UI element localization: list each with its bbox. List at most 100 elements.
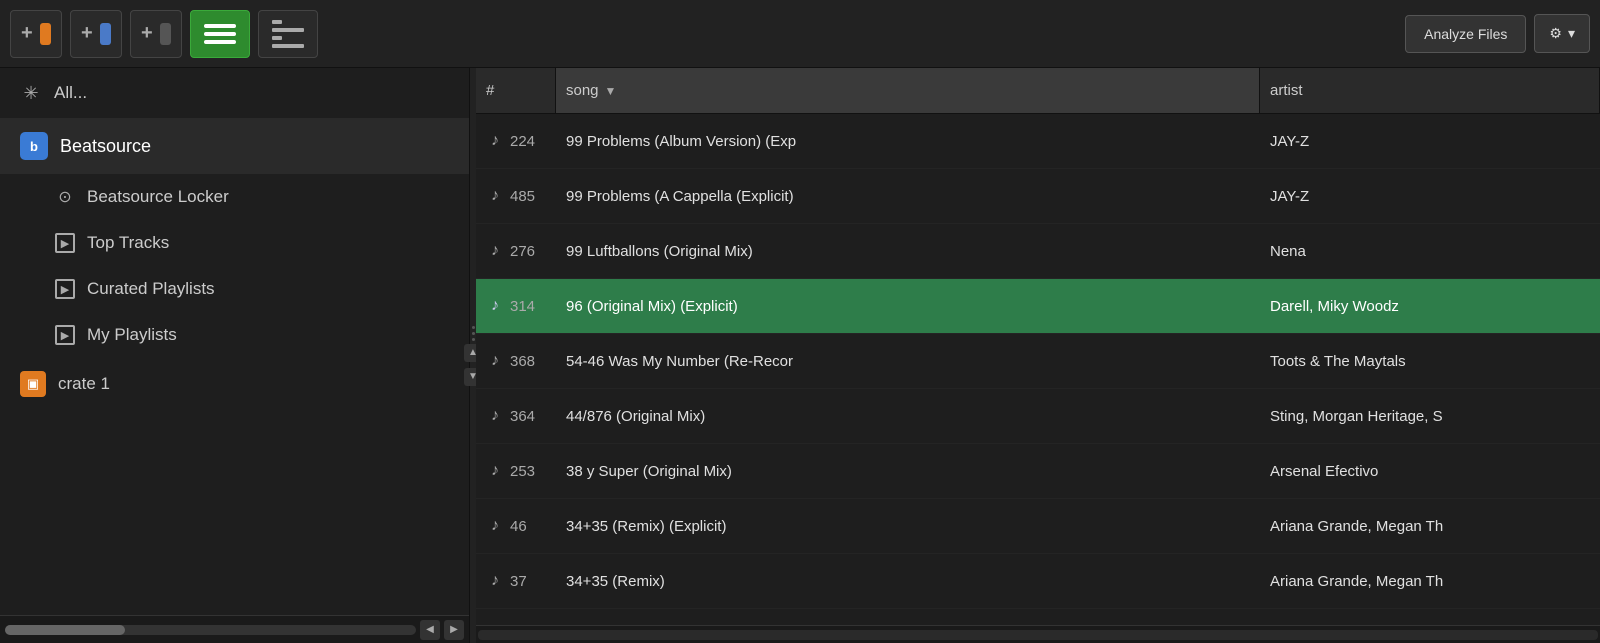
toolbar: + + + Analyze Files ⚙ ▾ <box>0 0 1600 68</box>
track-artist-value: JAY-Z <box>1270 188 1309 205</box>
track-area: # song ▼ artist ♪ 224 99 Problems (Album… <box>476 68 1600 643</box>
track-cell-song: 44/876 (Original Mix) <box>556 389 1260 443</box>
resize-dot-2 <box>472 332 475 335</box>
track-song-value: 44/876 (Original Mix) <box>566 408 705 425</box>
table-row[interactable]: ♪ 485 99 Problems (A Cappella (Explicit)… <box>476 169 1600 224</box>
track-song-value: 34+35 (Remix) <box>566 573 665 590</box>
top-tracks-icon: ▶ <box>55 233 75 253</box>
beat-indicator-icon: ♪ <box>486 242 504 260</box>
track-num-value: 485 <box>510 188 535 205</box>
track-scroll-track[interactable] <box>478 630 1598 640</box>
sidebar-item-top-tracks-label: Top Tracks <box>87 233 169 253</box>
sidebar-item-beatsource-label: Beatsource <box>60 136 151 157</box>
beat-indicator-icon: ♪ <box>486 462 504 480</box>
add-source-button[interactable]: + <box>70 10 122 58</box>
grid-lines-icon <box>204 24 236 44</box>
track-cell-artist: JAY-Z <box>1260 114 1600 168</box>
table-row[interactable]: ♪ 368 54-46 Was My Number (Re-Recor Toot… <box>476 334 1600 389</box>
sidebar-scroll-thumb[interactable] <box>5 625 125 635</box>
layout-list-button[interactable] <box>258 10 318 58</box>
resize-dot-3 <box>472 338 475 341</box>
curated-playlists-icon: ▶ <box>55 279 75 299</box>
track-cell-artist: JAY-Z <box>1260 169 1600 223</box>
plus-icon-3: + <box>141 22 153 45</box>
main-content: ✳ All... b Beatsource ⊙ Beatsource Locke… <box>0 68 1600 643</box>
add-crate-button[interactable]: + <box>10 10 62 58</box>
track-num-value: 224 <box>510 133 535 150</box>
source-db-icon <box>100 23 111 45</box>
track-cell-artist: Nena <box>1260 224 1600 278</box>
track-rows: ♪ 224 99 Problems (Album Version) (Exp J… <box>476 114 1600 625</box>
layout-grid-button[interactable] <box>190 10 250 58</box>
track-num-value: 314 <box>510 298 535 315</box>
track-cell-artist: Toots & The Maytals <box>1260 334 1600 388</box>
sidebar-item-all[interactable]: ✳ All... <box>0 68 469 118</box>
track-cell-num: ♪ 276 <box>476 224 556 278</box>
track-cell-song: 99 Problems (A Cappella (Explicit) <box>556 169 1260 223</box>
sidebar-scroll-right[interactable]: ▶ <box>444 620 464 640</box>
track-cell-num: ♪ 46 <box>476 499 556 553</box>
table-row[interactable]: ♪ 364 44/876 (Original Mix) Sting, Morga… <box>476 389 1600 444</box>
beat-indicator-icon: ♪ <box>486 187 504 205</box>
th-song-label: song <box>566 82 599 99</box>
sidebar-item-curated-playlists[interactable]: ▶ Curated Playlists <box>0 266 469 312</box>
plus-icon: + <box>21 22 33 45</box>
track-song-value: 96 (Original Mix) (Explicit) <box>566 298 738 315</box>
analyze-files-button[interactable]: Analyze Files <box>1405 15 1526 53</box>
sidebar-item-beatsource[interactable]: b Beatsource <box>0 118 469 174</box>
beat-indicator-icon: ♪ <box>486 517 504 535</box>
track-artist-value: Sting, Morgan Heritage, S <box>1270 408 1443 425</box>
track-song-value: 99 Problems (A Cappella (Explicit) <box>566 188 794 205</box>
sidebar-item-crate1[interactable]: ▣ crate 1 <box>0 358 469 410</box>
table-row[interactable]: ♪ 37 34+35 (Remix) Ariana Grande, Megan … <box>476 554 1600 609</box>
track-cell-num: ♪ 253 <box>476 444 556 498</box>
track-song-value: 38 y Super (Original Mix) <box>566 463 732 480</box>
sidebar-scroll-left[interactable]: ◀ <box>420 620 440 640</box>
th-artist: artist <box>1260 68 1600 113</box>
track-num-value: 46 <box>510 518 527 535</box>
resize-dot-1 <box>472 326 475 329</box>
table-row[interactable]: ♪ 314 96 (Original Mix) (Explicit) Darel… <box>476 279 1600 334</box>
track-num-value: 368 <box>510 353 535 370</box>
track-song-value: 99 Luftballons (Original Mix) <box>566 243 753 260</box>
track-num-value: 37 <box>510 573 527 590</box>
track-cell-num: ♪ 37 <box>476 554 556 608</box>
track-artist-value: Arsenal Efectivo <box>1270 463 1378 480</box>
th-song[interactable]: song ▼ <box>556 68 1260 113</box>
sidebar-item-my-playlists[interactable]: ▶ My Playlists <box>0 312 469 358</box>
sidebar-scroll-track[interactable] <box>5 625 416 635</box>
track-artist-value: Ariana Grande, Megan Th <box>1270 573 1443 590</box>
track-cell-song: 99 Problems (Album Version) (Exp <box>556 114 1260 168</box>
sidebar-item-crate1-label: crate 1 <box>58 374 110 394</box>
track-cell-num: ♪ 364 <box>476 389 556 443</box>
track-cell-artist: Darell, Miky Woodz <box>1260 279 1600 333</box>
sidebar-item-top-tracks[interactable]: ▶ Top Tracks <box>0 220 469 266</box>
track-cell-num: ♪ 485 <box>476 169 556 223</box>
beat-indicator-icon: ♪ <box>486 132 504 150</box>
track-song-value: 54-46 Was My Number (Re-Recor <box>566 353 793 370</box>
track-artist-value: Ariana Grande, Megan Th <box>1270 518 1443 535</box>
track-num-value: 364 <box>510 408 535 425</box>
add-playlist-button[interactable]: + <box>130 10 182 58</box>
table-row[interactable]: ♪ 46 34+35 (Remix) (Explicit) Ariana Gra… <box>476 499 1600 554</box>
table-row[interactable]: ♪ 253 38 y Super (Original Mix) Arsenal … <box>476 444 1600 499</box>
track-cell-song: 34+35 (Remix) <box>556 554 1260 608</box>
track-cell-num: ♪ 224 <box>476 114 556 168</box>
song-sort-dropdown[interactable]: ▼ <box>605 84 617 98</box>
asterisk-icon: ✳ <box>20 82 42 104</box>
sidebar-item-beatsource-locker[interactable]: ⊙ Beatsource Locker <box>0 174 469 220</box>
settings-button[interactable]: ⚙ ▾ <box>1534 14 1590 53</box>
track-cell-artist: Arsenal Efectivo <box>1260 444 1600 498</box>
track-cell-song: 96 (Original Mix) (Explicit) <box>556 279 1260 333</box>
track-artist-value: Darell, Miky Woodz <box>1270 298 1399 315</box>
th-number: # <box>476 68 556 113</box>
track-cell-artist: Sting, Morgan Heritage, S <box>1260 389 1600 443</box>
sidebar-item-all-label: All... <box>54 83 87 103</box>
beat-indicator-icon: ♪ <box>486 297 504 315</box>
table-row[interactable]: ♪ 276 99 Luftballons (Original Mix) Nena <box>476 224 1600 279</box>
th-num-label: # <box>486 82 494 99</box>
track-table-header: # song ▼ artist <box>476 68 1600 114</box>
table-row[interactable]: ♪ 224 99 Problems (Album Version) (Exp J… <box>476 114 1600 169</box>
beat-indicator-icon: ♪ <box>486 407 504 425</box>
track-song-value: 99 Problems (Album Version) (Exp <box>566 133 796 150</box>
